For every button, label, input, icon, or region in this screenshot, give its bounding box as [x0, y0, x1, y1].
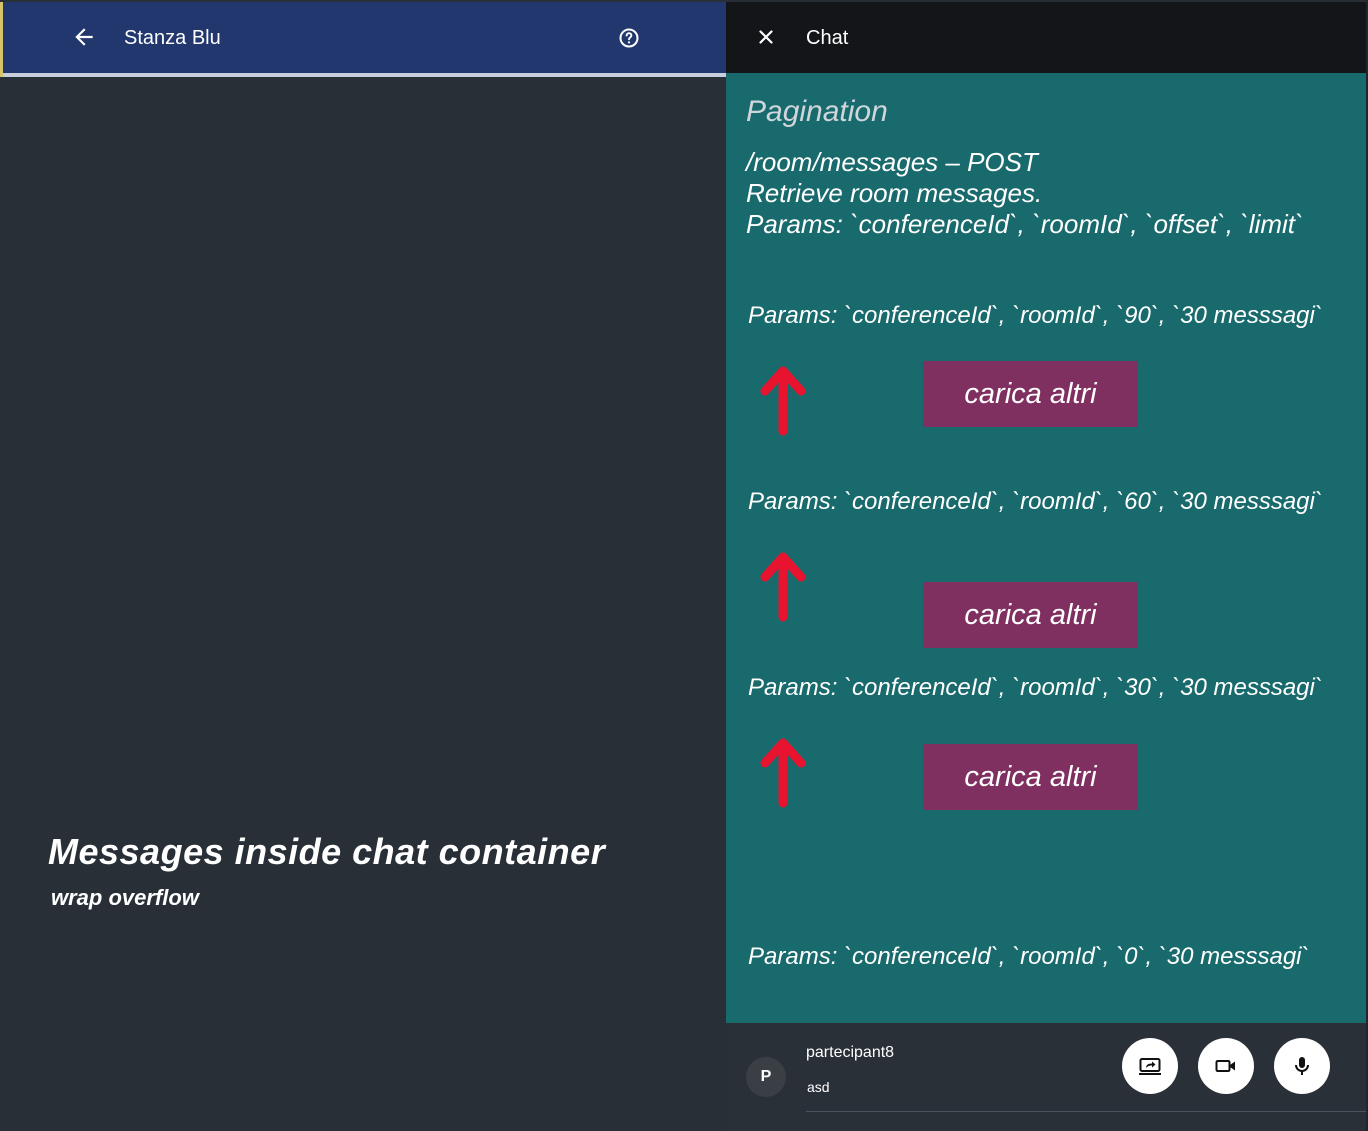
endpoint-route: /room/messages – POST [746, 147, 1038, 177]
params-offset-60: Params: `conferenceId`, `roomId`, `60`, … [748, 488, 1323, 515]
chat-footer: P partecipant8 asd [726, 1023, 1366, 1131]
close-button[interactable] [754, 25, 778, 49]
pagination-title: Pagination [746, 95, 888, 128]
video-toggle-button[interactable] [1198, 1038, 1254, 1094]
chat-header: Chat [726, 2, 1366, 73]
params-offset-30: Params: `conferenceId`, `roomId`, `30`, … [748, 674, 1323, 701]
params-offset-0: Params: `conferenceId`, `roomId`, `0`, `… [748, 943, 1310, 970]
back-button[interactable] [71, 24, 97, 50]
chat-title: Chat [806, 27, 849, 49]
room-pane: Stanza Blu Messages inside chat containe… [0, 0, 726, 1131]
endpoint-summary: Retrieve room messages. [746, 178, 1043, 208]
avatar: P [746, 1057, 786, 1097]
help-circle-icon [619, 28, 639, 48]
room-header: Stanza Blu [3, 2, 726, 77]
screen-share-icon [1139, 1058, 1161, 1075]
close-icon [759, 30, 773, 44]
chat-panel: Chat Pagination /room/messages – POST Re… [726, 0, 1368, 1131]
screen-share-button[interactable] [1122, 1038, 1178, 1094]
load-more-button[interactable]: carica altri [923, 582, 1138, 648]
video-camera-icon [1215, 1060, 1235, 1072]
mic-toggle-button[interactable] [1274, 1038, 1330, 1094]
microphone-icon [1295, 1057, 1309, 1075]
endpoint-description: /room/messages – POST Retrieve room mess… [746, 147, 1304, 240]
help-button[interactable] [617, 26, 641, 50]
room-title: Stanza Blu [124, 27, 221, 49]
endpoint-params: Params: `conferenceId`, `roomId`, `offse… [746, 209, 1304, 239]
load-more-button[interactable]: carica altri [923, 744, 1138, 810]
divider [806, 1111, 1366, 1112]
up-arrow-icon [760, 366, 806, 436]
overlay-heading: Messages inside chat container [48, 831, 606, 872]
chat-messages-container[interactable]: Pagination /room/messages – POST Retriev… [726, 73, 1366, 1023]
participant-name: partecipant8 [806, 1044, 895, 1061]
up-arrow-icon [760, 738, 806, 808]
params-offset-90: Params: `conferenceId`, `roomId`, `90`, … [748, 302, 1323, 329]
overlay-subheading: wrap overflow [51, 885, 199, 910]
up-arrow-icon [760, 552, 806, 622]
last-message: asd [807, 1079, 830, 1095]
load-more-button[interactable]: carica altri [923, 361, 1138, 427]
arrow-left-icon [75, 28, 93, 46]
